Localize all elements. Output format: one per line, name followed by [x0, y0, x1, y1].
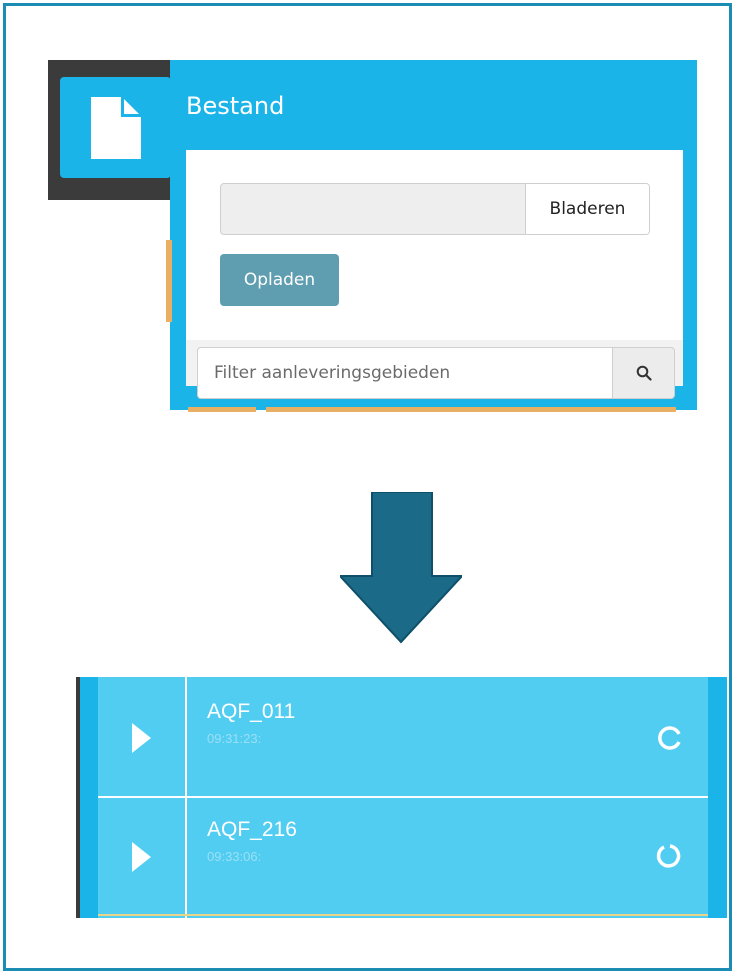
panel-accent-strip	[166, 240, 172, 322]
loading-icon	[656, 844, 681, 868]
upload-button[interactable]: Opladen	[220, 254, 339, 306]
document-icon	[90, 96, 141, 159]
upload-card	[186, 150, 683, 340]
play-icon[interactable]	[132, 723, 151, 753]
list-header-accent-right	[266, 407, 676, 412]
browse-button[interactable]: Bladeren	[525, 184, 649, 234]
list-item-name: AQF_216	[207, 818, 297, 841]
list-item-name: AQF_011	[207, 700, 296, 723]
row-divider-accent	[98, 914, 708, 916]
file-input[interactable]: Bladeren	[220, 183, 650, 235]
list-edge-left	[76, 677, 98, 918]
filter-input[interactable]	[197, 347, 612, 399]
list-header-accent-left	[188, 407, 256, 412]
panel-title: Bestand	[186, 92, 285, 120]
arrow-down-icon	[340, 492, 462, 644]
list-edge-right	[708, 677, 727, 918]
search-icon	[636, 365, 652, 381]
document-tile[interactable]	[60, 77, 171, 178]
loading-icon	[658, 726, 681, 750]
list-item-time: 09:31:23:	[207, 731, 262, 746]
list-item-time: 09:33:06:	[207, 849, 262, 864]
play-icon[interactable]	[132, 842, 151, 872]
row-divider	[98, 796, 708, 798]
search-button[interactable]	[612, 347, 675, 399]
